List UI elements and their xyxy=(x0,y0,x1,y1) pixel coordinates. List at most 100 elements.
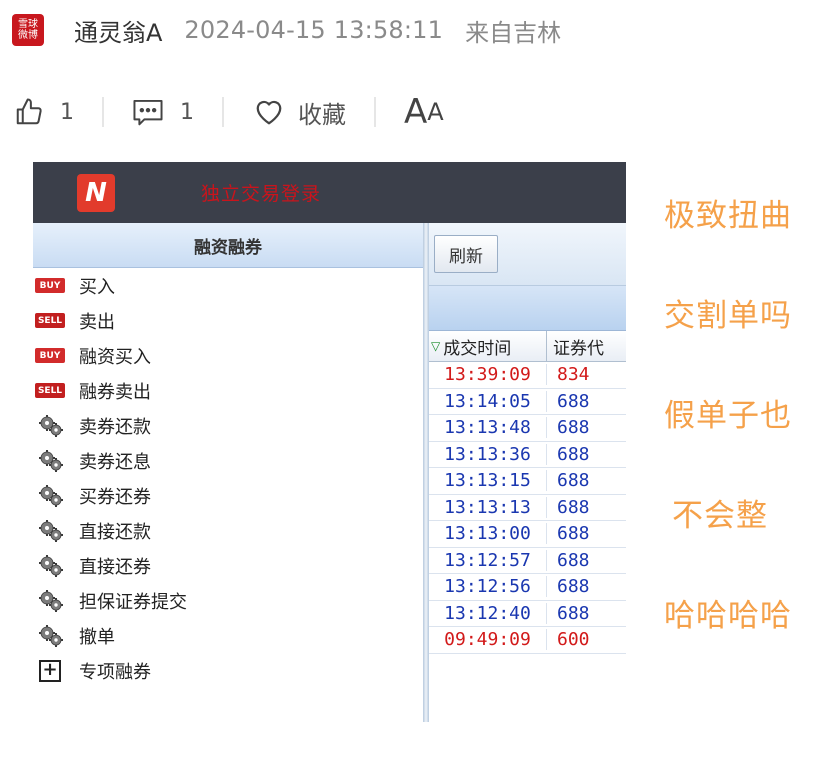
gear-icon xyxy=(35,622,67,650)
table-row[interactable]: 09:49:09 600 xyxy=(429,627,626,654)
divider xyxy=(374,97,376,127)
sidebar-item[interactable]: 卖券还息 xyxy=(33,443,423,478)
trade-rows: 13:39:09 834 13:14:05 688 13:13:48 688 13:13:3… xyxy=(429,362,626,654)
annotation-note: 不会整 xyxy=(672,498,768,534)
sidebar-item-label: 买券还券 xyxy=(79,486,151,508)
comment-button[interactable]: 1 xyxy=(132,97,194,127)
expand-plus-icon[interactable]: + xyxy=(39,659,61,682)
avatar[interactable]: 雪球 微博 xyxy=(12,14,44,46)
heart-icon xyxy=(252,97,286,127)
buy-badge-icon: BUY xyxy=(35,348,65,363)
favorite-label: 收藏 xyxy=(298,100,346,129)
sidebar-item[interactable]: SELL 融券卖出 xyxy=(33,373,423,408)
security-code: 834 xyxy=(557,364,590,386)
gear-icon xyxy=(35,587,67,615)
sidebar-item-label: 卖出 xyxy=(79,311,115,333)
trade-time: 13:14:05 xyxy=(429,390,547,412)
security-code: 688 xyxy=(557,470,590,492)
table-row[interactable]: 13:13:00 688 xyxy=(429,521,626,548)
sell-badge-icon: SELL xyxy=(35,383,65,398)
table-row[interactable]: 13:12:57 688 xyxy=(429,548,626,574)
table-row[interactable]: 13:13:36 688 xyxy=(429,442,626,468)
table-row[interactable]: 13:12:40 688 xyxy=(429,601,626,627)
security-code: 688 xyxy=(557,443,590,465)
table-row[interactable]: 13:14:05 688 xyxy=(429,389,626,415)
sidebar-header: 融资融券 xyxy=(33,223,423,268)
sidebar-item[interactable]: 卖券还款 xyxy=(33,408,423,443)
trading-app-screenshot[interactable]: N 独立交易登录 融资融券 BUY 买入 SELL 卖出 BUY 融资买入 SELL 融券卖出… xyxy=(33,162,626,722)
sort-down-icon: ▽ xyxy=(431,339,441,353)
sidebar-item-label: 担保证券提交 xyxy=(79,591,187,613)
table-row[interactable]: 13:13:15 688 xyxy=(429,468,626,495)
sidebar: 融资融券 BUY 买入 SELL 卖出 BUY 融资买入 SELL 融券卖出 卖券还款 卖券还息买… xyxy=(33,223,423,722)
sidebar-item-label: 卖券还款 xyxy=(79,416,151,438)
font-size-label-small: A xyxy=(427,98,444,126)
column-header-code[interactable]: 证券代 xyxy=(547,334,604,359)
column-label: 证券代 xyxy=(553,338,604,359)
annotation-note: 极致扭曲 xyxy=(664,198,792,234)
sell-badge-icon: SELL xyxy=(35,313,65,328)
sidebar-item-label: 撤单 xyxy=(79,626,115,648)
trade-time: 13:12:57 xyxy=(429,549,547,571)
security-code: 688 xyxy=(557,576,590,598)
username[interactable]: 通灵翁A xyxy=(74,13,162,48)
column-label: 成交时间 xyxy=(443,338,512,359)
thumbs-up-icon xyxy=(14,97,44,127)
post-timestamp: 2024-04-15 13:58:11 xyxy=(184,16,444,44)
app-titlebar: N 独立交易登录 xyxy=(33,162,626,223)
sidebar-item-label: 专项融券 xyxy=(79,661,151,683)
security-code: 688 xyxy=(557,602,590,624)
divider xyxy=(222,97,224,127)
app-title: 独立交易登录 xyxy=(201,183,322,205)
divider xyxy=(102,97,104,127)
security-code: 688 xyxy=(557,417,590,439)
table-row[interactable]: 13:13:48 688 xyxy=(429,415,626,442)
sidebar-item[interactable]: 直接还款 xyxy=(33,513,423,548)
security-code: 688 xyxy=(557,390,590,412)
annotation-note: 交割单吗 xyxy=(664,298,792,334)
security-code: 688 xyxy=(557,523,590,545)
toolbar: 刷新 xyxy=(429,223,626,286)
trade-time: 13:13:48 xyxy=(429,417,547,439)
sidebar-item[interactable]: 买券还券 xyxy=(33,478,423,513)
like-count: 1 xyxy=(60,99,74,125)
grid-header: ▽ 成交时间 证券代 xyxy=(429,331,626,362)
security-code: 688 xyxy=(557,549,590,571)
sidebar-item[interactable]: 撤单 xyxy=(33,618,423,653)
buy-badge-icon: BUY xyxy=(35,278,65,293)
post-header: 雪球 微博 通灵翁A 2024-04-15 13:58:11 来自吉林 xyxy=(12,8,561,52)
column-header-time[interactable]: ▽ 成交时间 xyxy=(429,331,547,361)
table-row[interactable]: 13:12:56 688 xyxy=(429,574,626,601)
action-bar: 1 1 收藏 AA xyxy=(14,90,444,134)
gear-icon xyxy=(35,517,67,545)
sidebar-item[interactable]: BUY 融资买入 xyxy=(33,338,423,373)
font-size-label-big: A xyxy=(404,92,428,132)
font-size-button[interactable]: AA xyxy=(404,92,444,132)
sidebar-item-label: 直接还款 xyxy=(79,521,151,543)
table-row[interactable]: 13:39:09 834 xyxy=(429,362,626,389)
table-row[interactable]: 13:13:13 688 xyxy=(429,495,626,521)
sidebar-item[interactable]: 担保证券提交 xyxy=(33,583,423,618)
security-code: 688 xyxy=(557,496,590,518)
sidebar-item-label: 直接还券 xyxy=(79,556,151,578)
annotation-note: 假单子也 xyxy=(664,398,792,434)
annotation-note: 哈哈哈哈 xyxy=(664,598,792,634)
sidebar-item-label: 卖券还息 xyxy=(79,451,151,473)
trade-time: 13:13:36 xyxy=(429,443,547,465)
refresh-button[interactable]: 刷新 xyxy=(434,235,498,273)
like-button[interactable]: 1 xyxy=(14,97,74,127)
toolbar-band xyxy=(429,286,626,331)
favorite-button[interactable]: 收藏 xyxy=(252,95,346,130)
trade-time: 09:49:09 xyxy=(429,629,547,651)
sidebar-item[interactable]: SELL 卖出 xyxy=(33,303,423,338)
trade-time: 13:13:13 xyxy=(429,496,547,518)
sidebar-item[interactable]: 直接还券 xyxy=(33,548,423,583)
trade-time: 13:12:40 xyxy=(429,602,547,624)
sidebar-item[interactable]: BUY 买入 xyxy=(33,268,423,303)
sidebar-item-label: 买入 xyxy=(79,276,115,298)
sidebar-item-label: 融资买入 xyxy=(79,346,151,368)
trade-panel: 刷新 ▽ 成交时间 证券代 13:39:09 834 13:14:05 688 13:1… xyxy=(429,223,626,722)
sidebar-item-label: 融券卖出 xyxy=(79,381,151,403)
sidebar-item[interactable]: + 专项融券 xyxy=(33,653,423,688)
app-logo: N xyxy=(77,173,115,212)
